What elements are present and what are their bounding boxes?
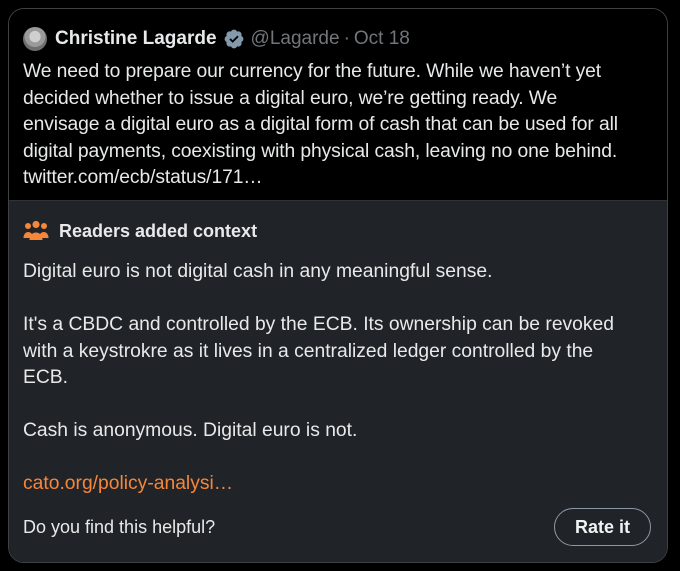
author-name[interactable]: Christine Lagarde — [55, 28, 217, 50]
note-paragraph-line: It's a CBDC and controlled by the ECB. I… — [23, 314, 614, 335]
tweet-text-line: decided whether to issue a digital euro,… — [23, 87, 558, 109]
community-note-body: Digital euro is not digital cash in any … — [23, 259, 651, 498]
separator-dot: · — [343, 28, 350, 49]
verified-badge-icon — [224, 29, 243, 49]
rate-it-button[interactable]: Rate it — [553, 508, 651, 546]
tweet-card: Christine Lagarde @Lagarde · Oct 18 We n… — [8, 8, 668, 563]
tweet-link[interactable]: twitter.com/ecb/status/171… — [23, 165, 651, 192]
tweet-text-line: digital payments, coexisting with physic… — [23, 140, 618, 162]
note-source-link[interactable]: cato.org/policy-analysi… — [23, 471, 651, 498]
author-handle[interactable]: @Lagarde — [251, 28, 340, 50]
tweet-text: We need to prepare our currency for the … — [23, 59, 651, 192]
tweet[interactable]: Christine Lagarde @Lagarde · Oct 18 We n… — [9, 9, 667, 200]
community-note-title: Readers added context — [59, 220, 258, 241]
community-note: Readers added context Digital euro is no… — [9, 200, 667, 562]
community-note-header: Readers added context — [23, 219, 651, 243]
note-paragraph-line: with a keystrokre as it lives in a centr… — [23, 340, 594, 362]
note-paragraph: Cash is anonymous. Digital euro is not. — [23, 420, 358, 441]
note-paragraph-line: ECB. — [23, 367, 69, 388]
tweet-text-line: envisage a digital euro as a digital for… — [23, 114, 618, 135]
note-paragraph: Digital euro is not digital cash in any … — [23, 261, 493, 282]
tweet-header: Christine Lagarde @Lagarde · Oct 18 — [23, 27, 651, 51]
community-note-footer: Do you find this helpful? Rate it — [23, 508, 651, 546]
tweet-text-line: We need to prepare our currency for the … — [23, 61, 602, 82]
tweet-date[interactable]: Oct 18 — [354, 28, 410, 50]
people-icon — [23, 220, 49, 240]
helpful-question: Do you find this helpful? — [23, 516, 216, 537]
avatar[interactable] — [23, 27, 47, 51]
